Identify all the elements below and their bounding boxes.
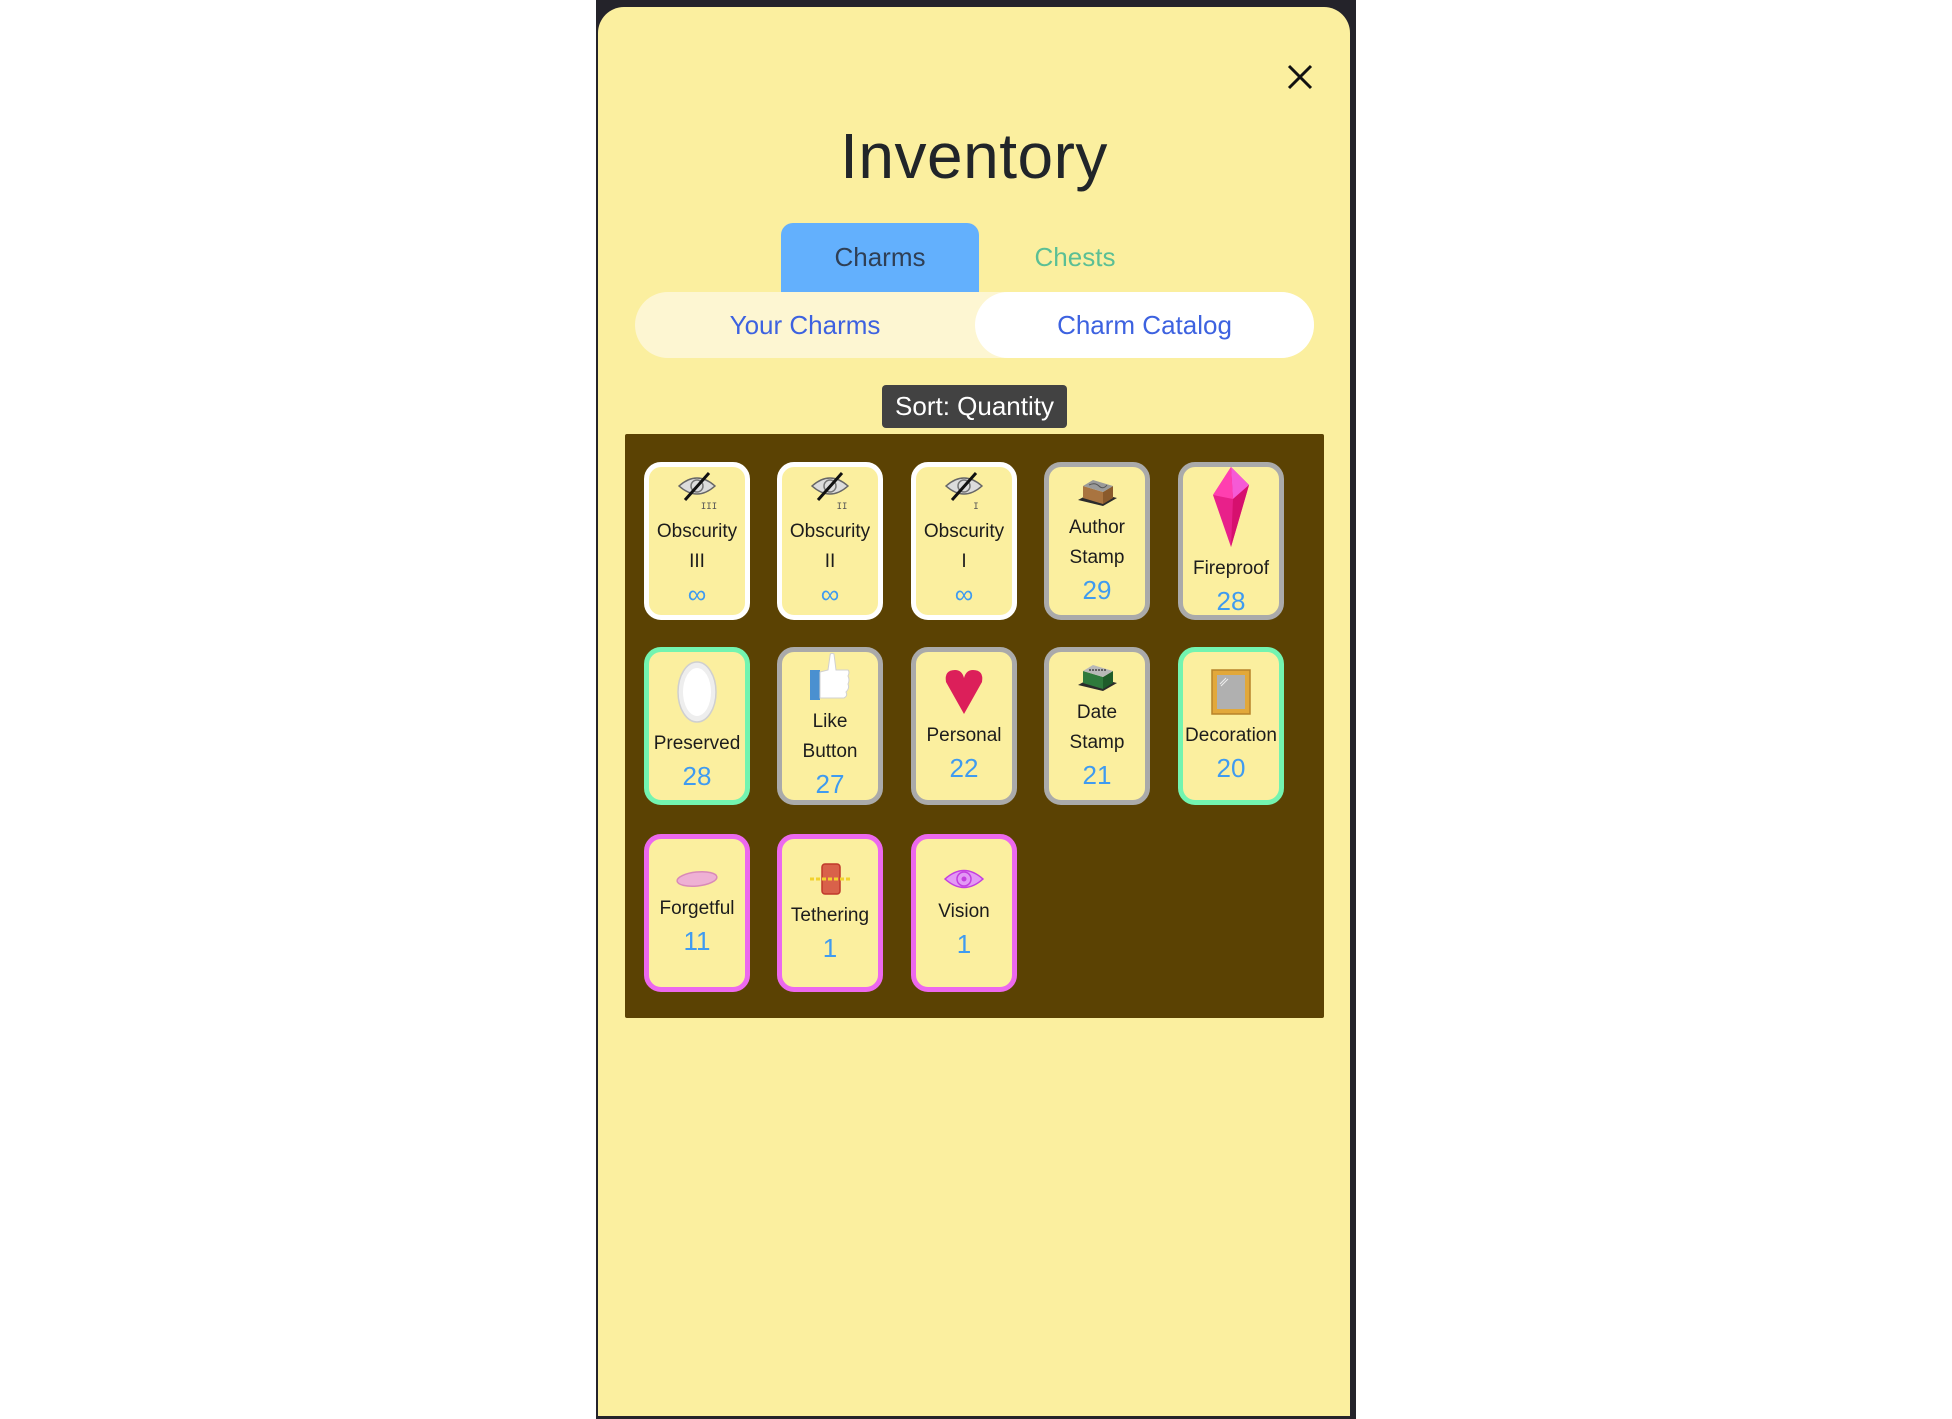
- tab-charms[interactable]: Charms: [781, 223, 979, 292]
- charm-quantity: 27: [815, 768, 845, 799]
- subtab-your-charms[interactable]: Your Charms: [635, 292, 975, 358]
- charm-card[interactable]: II Obscurity II ∞: [777, 462, 883, 620]
- author-stamp-icon: [1075, 476, 1119, 513]
- charm-quantity: ∞: [954, 578, 974, 609]
- crystal-icon: [1209, 465, 1253, 554]
- pink-disc-icon: [675, 869, 719, 894]
- charm-quantity: 11: [683, 925, 711, 956]
- charm-name: Obscurity: [923, 520, 1005, 542]
- charm-name: Stamp: [1069, 731, 1125, 753]
- charm-card[interactable]: Author Stamp 29: [1044, 462, 1150, 620]
- svg-text:III: III: [701, 502, 717, 512]
- charm-quantity: 21: [1082, 759, 1112, 790]
- charm-quantity: 22: [949, 752, 979, 783]
- svg-text:II: II: [837, 502, 848, 512]
- charm-name: Stamp: [1069, 546, 1125, 568]
- charm-card[interactable]: Vision 1: [911, 834, 1017, 992]
- charm-card[interactable]: III Obscurity III ∞: [644, 462, 750, 620]
- charm-name: III: [689, 550, 705, 572]
- egg-icon: [675, 660, 719, 729]
- obscurity-eye-icon: III: [675, 471, 719, 517]
- charm-name: Forgetful: [659, 897, 735, 919]
- close-button[interactable]: [1286, 63, 1314, 91]
- dialog-title: Inventory: [840, 120, 1108, 192]
- charm-quantity: 1: [822, 932, 838, 963]
- mirror-frame-icon: [1210, 668, 1252, 721]
- charm-name: Date: [1076, 701, 1118, 723]
- charm-subtabs: Your Charms Charm Catalog: [635, 292, 1314, 358]
- svg-text:I: I: [973, 502, 978, 512]
- charm-quantity: 20: [1216, 752, 1246, 783]
- charm-card[interactable]: Fireproof 28: [1178, 462, 1284, 620]
- charm-name: Tethering: [790, 904, 870, 926]
- charm-quantity: ∞: [820, 578, 840, 609]
- charm-card[interactable]: Forgetful 11: [644, 834, 750, 992]
- charm-name: Vision: [938, 900, 990, 922]
- charm-name: Author: [1069, 516, 1125, 538]
- chained-tag-icon: [808, 862, 852, 901]
- charm-card[interactable]: Like Button 27: [777, 647, 883, 805]
- charm-name: II: [824, 550, 836, 572]
- thumbs-up-icon: [808, 652, 852, 707]
- charm-quantity: 29: [1082, 574, 1112, 605]
- charm-card[interactable]: Decoration 20: [1178, 647, 1284, 805]
- charm-card[interactable]: Date Stamp 21: [1044, 647, 1150, 805]
- vision-eye-icon: [942, 866, 986, 897]
- tab-chests[interactable]: Chests: [976, 223, 1174, 292]
- charm-card[interactable]: Personal 22: [911, 647, 1017, 805]
- heart-icon: [942, 668, 986, 721]
- obscurity-eye-icon: II: [808, 471, 852, 517]
- charm-name: Obscurity: [656, 520, 738, 542]
- charm-name: Preserved: [653, 732, 741, 754]
- obscurity-eye-icon: I: [942, 471, 986, 517]
- date-stamp-icon: [1075, 661, 1119, 698]
- charm-name: Button: [802, 740, 858, 762]
- charm-name: Fireproof: [1192, 557, 1270, 579]
- subtab-charm-catalog[interactable]: Charm Catalog: [975, 292, 1314, 358]
- charm-quantity: 1: [956, 928, 972, 959]
- charm-name: Decoration: [1185, 724, 1277, 746]
- sort-button[interactable]: Sort: Quantity: [882, 385, 1067, 428]
- charm-card[interactable]: Tethering 1: [777, 834, 883, 992]
- charm-quantity: ∞: [687, 578, 707, 609]
- charm-quantity: 28: [682, 760, 712, 791]
- charm-name: I: [961, 550, 967, 572]
- charm-quantity: 28: [1216, 585, 1246, 616]
- charm-name: Personal: [926, 724, 1002, 746]
- close-icon: [1287, 64, 1313, 90]
- charm-name: Like: [812, 710, 848, 732]
- charm-card[interactable]: I Obscurity I ∞: [911, 462, 1017, 620]
- charm-name: Obscurity: [789, 520, 871, 542]
- charm-card[interactable]: Preserved 28: [644, 647, 750, 805]
